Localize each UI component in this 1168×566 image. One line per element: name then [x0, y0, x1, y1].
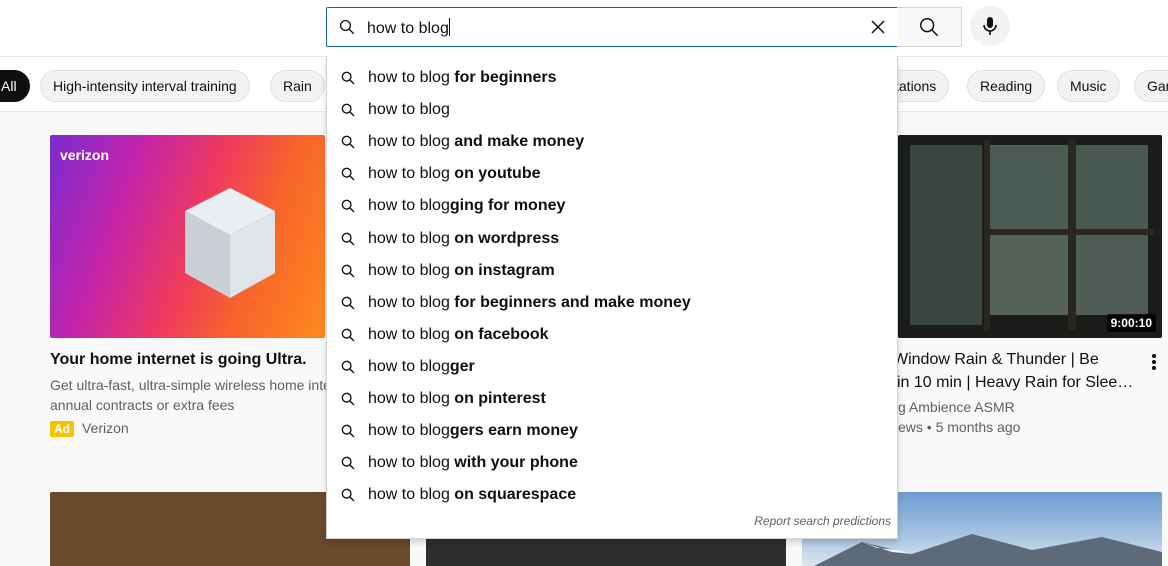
report-search-predictions-link[interactable]: Report search predictions [754, 514, 891, 528]
search-icon [339, 69, 357, 87]
chip-label: Reading [980, 78, 1033, 94]
suggestion-completion: on youtube [449, 165, 541, 183]
ad-title[interactable]: Your home internet is going Ultra. [50, 351, 307, 369]
chip-reading[interactable]: Reading [967, 70, 1046, 102]
chip-label: tations [895, 78, 937, 94]
close-icon [871, 20, 885, 34]
search-button[interactable] [897, 7, 962, 47]
search-input[interactable]: how to blog [326, 7, 898, 47]
search-suggestion[interactable]: how to blog and make money [327, 126, 897, 158]
suggestion-prefix: how to blog [368, 357, 450, 375]
search-suggestion[interactable]: how to blog for beginners and make money [327, 287, 897, 319]
suggestion-prefix: how to blog [368, 454, 450, 472]
rainy-window-image [898, 135, 1162, 338]
suggestion-completion: ging for money [449, 197, 566, 215]
suggestion-prefix: how to blog [368, 197, 450, 215]
video-duration: 9:00:10 [1106, 314, 1156, 332]
chip-hiit[interactable]: High-intensity interval training [40, 70, 250, 102]
more-vert-icon[interactable] [1147, 351, 1161, 373]
suggestion-completion: ger [449, 357, 475, 375]
search-icon [339, 390, 357, 408]
search-suggestion[interactable]: how to blog on instagram [327, 255, 897, 287]
search-icon [339, 422, 357, 440]
search-icon [920, 18, 939, 37]
ad-channel-name[interactable]: Verizon [82, 420, 129, 436]
router-cube-image [185, 188, 275, 298]
suggestion-completion: on pinterest [449, 389, 546, 407]
search-suggestion[interactable]: how to blog gers earn money [327, 415, 897, 447]
search-icon [339, 326, 357, 344]
masthead: how to blog [0, 0, 1168, 56]
verizon-logo: verizon [60, 147, 110, 163]
clear-search-button[interactable] [859, 8, 897, 46]
suggestion-completion: gers earn money [449, 422, 578, 440]
search-icon [339, 294, 357, 312]
chip-label: Gar [1147, 78, 1168, 94]
chip-label: Music [1070, 78, 1107, 94]
search-suggestion[interactable]: how to blog for beginners [327, 62, 897, 94]
suggestion-completion: with your phone [449, 454, 578, 472]
chip-all[interactable]: All [0, 70, 30, 102]
video-channel-name[interactable]: g Ambience ASMR [898, 397, 1015, 417]
search-query-text[interactable]: how to blog [367, 17, 859, 38]
suggestion-prefix: how to blog [368, 229, 450, 247]
search-suggestion[interactable]: how to blog on youtube [327, 158, 897, 190]
search-icon [339, 454, 357, 472]
search-suggestion[interactable]: how to blog on facebook [327, 319, 897, 351]
chip-rain[interactable]: Rain [270, 70, 325, 102]
search-icon [339, 262, 357, 280]
chip-label: All [1, 78, 17, 94]
ad-description-line-1: Get ultra-fast, ultra-simple wireless ho… [50, 377, 331, 393]
ad-description-line-2: annual contracts or extra fees [50, 397, 235, 413]
search-suggestion[interactable]: how to blog ging for money [327, 190, 897, 222]
suggestion-prefix: how to blog [368, 261, 450, 279]
search-suggestions-dropdown: how to blog for beginners how to blog how … [326, 56, 898, 539]
voice-search-button[interactable] [970, 6, 1010, 46]
suggestion-completion: and make money [449, 133, 585, 151]
search-suggestion[interactable]: how to blog with your phone [327, 447, 897, 479]
search-icon [339, 230, 357, 248]
search-icon [339, 165, 357, 183]
search-suggestion[interactable]: how to blog [327, 94, 897, 126]
search-suggestion[interactable]: how to blog on pinterest [327, 383, 897, 415]
search-icon [339, 197, 357, 215]
suggestion-prefix: how to blog [368, 165, 450, 183]
ad-badge: Ad [50, 421, 74, 437]
chip-label: High-intensity interval training [53, 78, 237, 94]
suggestion-prefix: how to blog [368, 422, 450, 440]
suggestion-completion: on squarespace [449, 486, 577, 504]
search-suggestion[interactable]: how to blog on squarespace [327, 479, 897, 511]
suggestion-prefix: how to blog [368, 486, 450, 504]
video-title-line-2[interactable]: in 10 min | Heavy Rain for Slee… [897, 374, 1133, 392]
video-thumbnail[interactable]: 9:00:10 [898, 135, 1162, 338]
search-icon [339, 486, 357, 504]
chip-music[interactable]: Music [1057, 70, 1120, 102]
suggestion-prefix: how to blog [368, 325, 450, 343]
search-suggestion[interactable]: how to blog on wordpress [327, 222, 897, 254]
search-suggestion[interactable]: how to blog ger [327, 351, 897, 383]
chip-label: Rain [283, 78, 312, 94]
suggestion-completion: for beginners [449, 69, 557, 87]
suggestion-prefix: how to blog [368, 389, 450, 407]
suggestion-completion: for beginners and make money [449, 293, 691, 311]
suggestion-prefix: how to blog [368, 293, 450, 311]
video-meta: ews • 5 months ago [898, 419, 1021, 435]
suggestion-prefix: how to blog [368, 133, 450, 151]
suggestion-prefix: how to blog [368, 69, 450, 87]
suggestion-completion: on wordpress [449, 229, 560, 247]
suggestion-completion: on facebook [449, 325, 549, 343]
microphone-icon [983, 17, 997, 35]
video-title-line-1[interactable]: Window Rain & Thunder | Be [893, 351, 1099, 369]
search-icon [327, 8, 367, 46]
search-icon [339, 101, 357, 119]
chip-gaming[interactable]: Gar [1134, 70, 1168, 102]
search-icon [339, 133, 357, 151]
ad-thumbnail[interactable]: verizon [50, 135, 325, 338]
suggestion-prefix: how to blog [368, 101, 450, 119]
search-icon [339, 358, 357, 376]
suggestion-completion: on instagram [449, 261, 555, 279]
